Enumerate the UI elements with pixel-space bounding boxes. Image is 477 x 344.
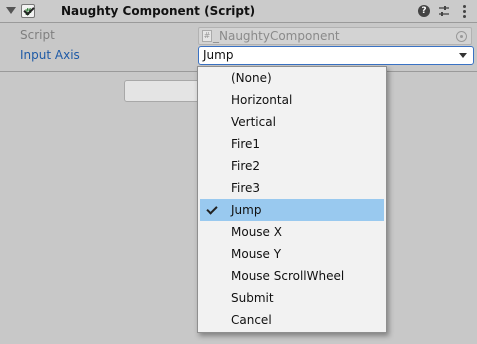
checkmark-icon [206, 203, 218, 215]
input-axis-dropdown-menu[interactable]: (None) Horizontal Vertical Fire1 Fire2 F… [197, 66, 387, 333]
dropdown-option[interactable]: Vertical [198, 111, 386, 133]
dropdown-option[interactable]: Fire1 [198, 133, 386, 155]
svg-text:#: # [24, 7, 32, 17]
object-picker-icon[interactable] [456, 31, 467, 42]
dropdown-option[interactable]: Mouse X [198, 221, 386, 243]
script-value: _NaughtyComponent [213, 29, 340, 43]
dropdown-option[interactable]: Submit [198, 287, 386, 309]
script-icon[interactable]: # [21, 4, 35, 18]
component-title: Naughty Component (Script) [61, 4, 256, 18]
script-object-field[interactable]: # _NaughtyComponent [198, 27, 472, 45]
dropdown-option[interactable]: Mouse ScrollWheel [198, 265, 386, 287]
input-axis-label: Input Axis [20, 48, 80, 62]
inspector-panel: # Naughty Component (Script) ? Script # … [0, 0, 477, 344]
dropdown-option[interactable]: (None) [198, 67, 386, 89]
component-header[interactable]: # Naughty Component (Script) ? [0, 0, 477, 23]
dropdown-option[interactable]: Mouse Y [198, 243, 386, 265]
dropdown-option[interactable]: Cancel [198, 309, 386, 331]
chevron-down-icon [459, 53, 467, 58]
foldout-arrow-icon[interactable] [6, 7, 16, 14]
dropdown-option[interactable]: Fire2 [198, 155, 386, 177]
input-axis-popup[interactable]: Jump [198, 46, 474, 65]
dropdown-option[interactable]: Fire3 [198, 177, 386, 199]
script-label: Script [20, 28, 55, 42]
dropdown-option-selected[interactable]: Jump [200, 199, 384, 221]
context-menu-icon[interactable] [457, 4, 473, 20]
dropdown-option[interactable]: Horizontal [198, 89, 386, 111]
input-axis-value: Jump [203, 48, 234, 62]
presets-icon[interactable] [437, 4, 453, 20]
script-file-icon: # [202, 30, 212, 42]
help-icon[interactable]: ? [417, 4, 433, 20]
